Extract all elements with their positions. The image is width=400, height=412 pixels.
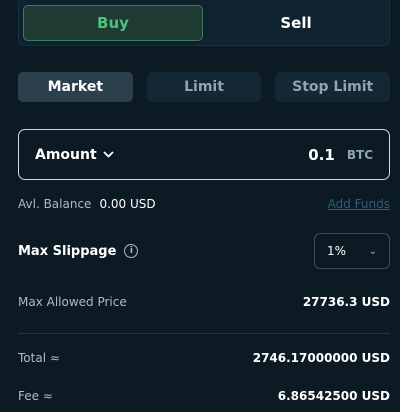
slippage-label: Max Slippage [18, 243, 117, 259]
info-icon[interactable]: i [124, 244, 139, 258]
chevron-down-icon [103, 151, 114, 158]
tab-stop-limit[interactable]: Stop Limit [275, 72, 391, 102]
add-funds-link[interactable]: Add Funds [328, 197, 390, 211]
balance-value: 0.00 USD [99, 197, 156, 211]
slippage-select[interactable]: 1% ⌄ [314, 233, 390, 269]
fee-label: Fee ≈ [18, 389, 53, 403]
max-price-row: Max Allowed Price 27736.3 USD [18, 294, 390, 310]
total-row: Total ≈ 2746.17000000 USD [18, 350, 390, 366]
tab-limit[interactable]: Limit [146, 72, 262, 102]
slippage-row: Max Slippage i 1% ⌄ [18, 232, 390, 270]
max-price-value: 27736.3 USD [302, 295, 390, 309]
fee-row: Fee ≈ 6.86542500 USD [18, 388, 390, 404]
slippage-value: 1% [327, 244, 347, 258]
tab-market[interactable]: Market [18, 72, 133, 102]
chevron-down-icon: ⌄ [368, 245, 377, 257]
fee-value: 6.86542500 USD [277, 389, 390, 403]
amount-label: Amount [35, 146, 97, 163]
buy-sell-toggle: Buy Sell [18, 0, 390, 46]
amount-unit: BTC [346, 147, 373, 162]
sell-button[interactable]: Sell [207, 5, 385, 41]
amount-type-dropdown[interactable]: Amount [35, 147, 114, 163]
amount-value[interactable]: 0.1 [308, 146, 335, 164]
total-value: 2746.17000000 USD [252, 351, 390, 365]
total-label: Total ≈ [18, 351, 60, 365]
amount-field[interactable]: Amount 0.1 BTC [18, 129, 390, 180]
buy-button[interactable]: Buy [23, 4, 203, 41]
balance-label: Avl. Balance [18, 197, 92, 211]
divider [18, 333, 390, 334]
balance-row: Avl. Balance 0.00 USD Add Funds [18, 196, 390, 212]
order-type-tabs: Market Limit Stop Limit [18, 72, 391, 102]
max-price-label: Max Allowed Price [18, 295, 127, 309]
